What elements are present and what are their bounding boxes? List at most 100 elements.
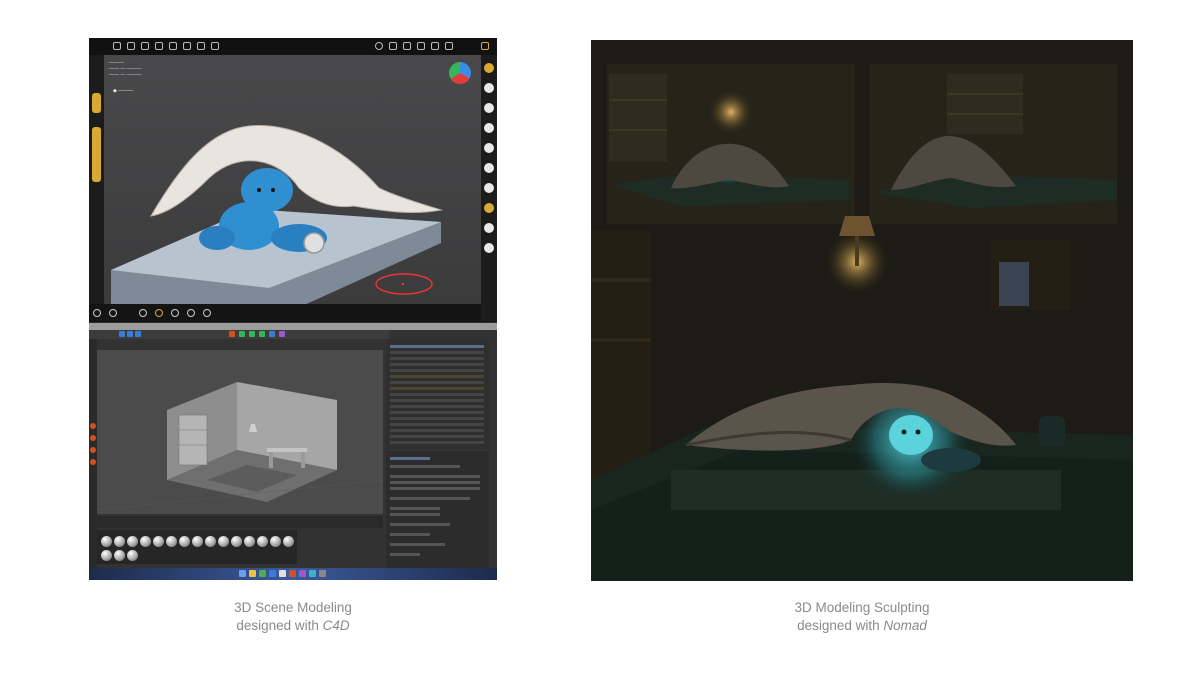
cup bbox=[1039, 416, 1065, 446]
object-row bbox=[390, 423, 484, 426]
c4d-material-manager bbox=[97, 530, 297, 564]
render-icon bbox=[229, 331, 235, 337]
object-row bbox=[390, 429, 484, 432]
bear-eye bbox=[257, 188, 261, 192]
attribute-row bbox=[390, 543, 445, 546]
nomad-bottom-toolbar bbox=[89, 304, 481, 322]
c4d-object-manager bbox=[386, 339, 489, 449]
left-screenshot-composite: ——— —— — ——— —— — ——— ◆ ——— bbox=[89, 38, 497, 580]
right-caption: 3D Modeling Sculpting designed with Noma… bbox=[712, 599, 1012, 635]
object-row bbox=[390, 345, 484, 348]
tool-trim-icon bbox=[484, 243, 494, 253]
object-row bbox=[390, 387, 484, 390]
material-swatch bbox=[101, 536, 112, 547]
c4d-menu-bar bbox=[89, 323, 497, 330]
object-row bbox=[390, 351, 484, 354]
right-caption-tool: Nomad bbox=[883, 618, 927, 633]
tool-flatten-icon bbox=[484, 143, 494, 153]
undo-icon bbox=[93, 309, 101, 317]
app-icon bbox=[269, 570, 276, 577]
scene-icon bbox=[279, 331, 285, 337]
material-swatch bbox=[140, 536, 151, 547]
tool-clay-icon bbox=[484, 63, 494, 73]
wireframe-icon bbox=[171, 309, 179, 317]
bear-head-lit bbox=[889, 415, 933, 455]
redo-icon bbox=[109, 309, 117, 317]
material-swatch bbox=[205, 536, 216, 547]
c4d-timeline bbox=[97, 516, 383, 528]
render-image bbox=[591, 40, 1133, 581]
tool-mask-icon bbox=[484, 183, 494, 193]
attribute-row bbox=[390, 553, 420, 556]
voxel-icon bbox=[187, 309, 195, 317]
attribute-row bbox=[390, 497, 470, 500]
app-icon bbox=[279, 570, 286, 577]
left-caption-title: 3D Scene Modeling bbox=[234, 600, 352, 615]
headphones bbox=[303, 232, 325, 254]
c4d-left-tools bbox=[89, 339, 97, 569]
material-swatch bbox=[192, 536, 203, 547]
mode-icon bbox=[90, 447, 96, 453]
tool-brush-icon bbox=[484, 83, 494, 93]
os-taskbar bbox=[89, 568, 497, 580]
object-row bbox=[390, 405, 484, 408]
bookshelf bbox=[178, 414, 208, 466]
tool-smooth-icon bbox=[484, 123, 494, 133]
mini-scene-right bbox=[869, 64, 1117, 224]
brush-cursor-center bbox=[401, 282, 405, 286]
attribute-row bbox=[390, 507, 440, 510]
left-caption-tool: C4D bbox=[322, 618, 350, 633]
object-row bbox=[390, 381, 484, 384]
material-swatch bbox=[127, 550, 138, 561]
desk bbox=[267, 448, 307, 452]
material-swatch bbox=[283, 536, 294, 547]
attribute-row bbox=[390, 475, 480, 478]
material-swatch bbox=[257, 536, 268, 547]
tool-inflate-icon bbox=[484, 163, 494, 173]
right-caption-subtitle: designed with Nomad bbox=[712, 617, 1012, 635]
dynamic-icon bbox=[155, 309, 163, 317]
spline-icon bbox=[249, 331, 255, 337]
c4d-viewport bbox=[96, 350, 384, 514]
material-swatch bbox=[179, 536, 190, 547]
c4d-toolbar bbox=[89, 330, 389, 339]
attribute-row bbox=[390, 523, 450, 526]
nomad-sculpt-screenshot: ——— —— — ——— —— — ——— ◆ ——— bbox=[89, 38, 497, 322]
scale-tool-icon bbox=[127, 331, 133, 337]
deformer-icon bbox=[269, 331, 275, 337]
material-swatch bbox=[270, 536, 281, 547]
app-icon bbox=[259, 570, 266, 577]
object-row bbox=[390, 393, 484, 396]
tool-paint-icon bbox=[484, 203, 494, 213]
bear-head bbox=[241, 168, 293, 212]
app-icon bbox=[309, 570, 316, 577]
material-swatch bbox=[127, 536, 138, 547]
cube-icon bbox=[239, 331, 245, 337]
mode-icon bbox=[90, 423, 96, 429]
object-row bbox=[390, 399, 484, 402]
object-row bbox=[390, 411, 484, 414]
material-swatch bbox=[153, 536, 164, 547]
app-icon bbox=[239, 570, 246, 577]
c4d-attribute-manager bbox=[386, 451, 489, 568]
attribute-row bbox=[390, 487, 480, 490]
object-row bbox=[390, 363, 484, 366]
material-swatch bbox=[231, 536, 242, 547]
attribute-row bbox=[390, 533, 430, 536]
object-row bbox=[390, 435, 484, 438]
bear-leg bbox=[921, 448, 981, 472]
bear-arm bbox=[199, 226, 235, 250]
right-caption-title: 3D Modeling Sculpting bbox=[794, 600, 930, 615]
material-swatch bbox=[166, 536, 177, 547]
mode-icon bbox=[90, 435, 96, 441]
object-row bbox=[390, 417, 484, 420]
app-icon bbox=[299, 570, 306, 577]
left-caption-subtitle: designed with C4D bbox=[143, 617, 443, 635]
mini-scene-left bbox=[607, 64, 855, 224]
object-row bbox=[390, 375, 484, 378]
left-caption-prefix: designed with bbox=[236, 618, 323, 633]
tool-move-icon bbox=[484, 103, 494, 113]
mode-icon bbox=[90, 459, 96, 465]
room-model bbox=[96, 382, 384, 511]
app-icon bbox=[319, 570, 326, 577]
